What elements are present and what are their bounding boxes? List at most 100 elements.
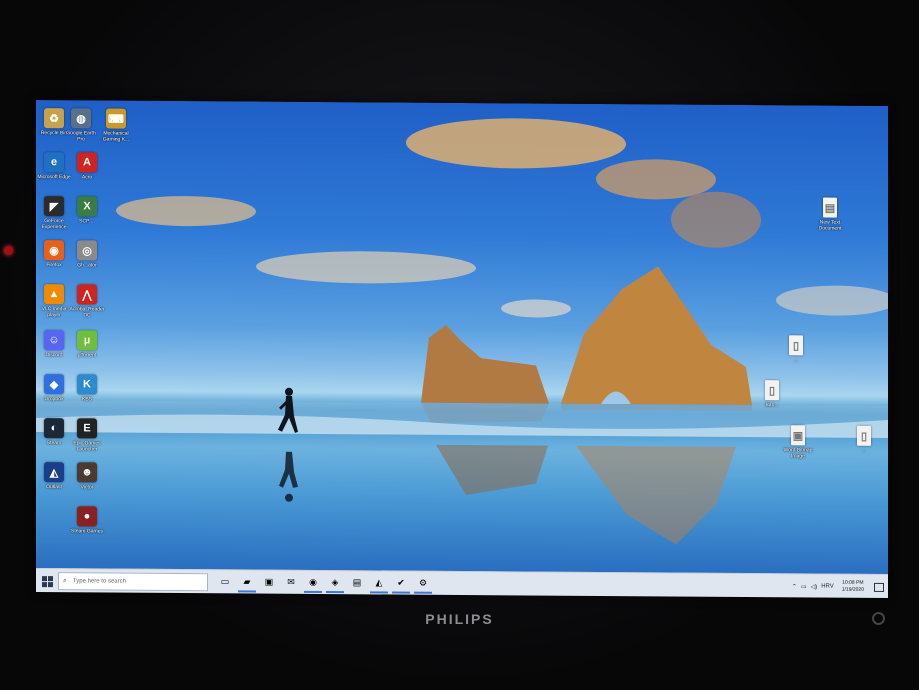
desktop-shortcut-label: GeForce Experience (41, 218, 67, 231)
file-icon-2: ▯ (765, 380, 779, 401)
desktop-shortcut[interactable]: A Acro (69, 152, 105, 180)
desktop-shortcut-label: Acrobat Reader DC (69, 306, 105, 319)
desktop-shortcut-label: Epic Games Launcher (73, 440, 101, 453)
desktop-shortcut[interactable]: X SCP ... (69, 196, 105, 224)
desktop-shortcut-label: KBS (81, 396, 92, 403)
store-icon[interactable]: ▣ (260, 573, 278, 593)
desktop-shortcut[interactable]: ⌨ Mechanical Gaming K... (98, 108, 134, 143)
settings-icon[interactable]: ⚙ (414, 573, 432, 594)
desktop-shortcut-label: Steam (46, 440, 62, 447)
desktop-shortcut-label: Dropbox (44, 396, 64, 403)
firefox-icon: ◉ (44, 240, 64, 261)
wallpaper-art (36, 118, 888, 545)
desktop-shortcut[interactable]: ☻ Victor (69, 462, 105, 490)
power-led (4, 246, 13, 255)
notification-center-icon[interactable] (874, 582, 884, 592)
file-explorer-icon[interactable]: ▰ (238, 572, 256, 593)
desktop-shortcut[interactable]: ▯ Ban... (754, 380, 790, 408)
person-photo-icon: ☻ (77, 462, 97, 483)
search-icon: ⌕ (63, 577, 67, 585)
geforce-icon: ◤ (44, 196, 64, 217)
taskbar-search-box[interactable]: ⌕ (58, 572, 208, 592)
ps-icon: ◭ (44, 462, 64, 483)
desktop-shortcut-label: Outlast (46, 484, 62, 491)
desktop-shortcut-label: Microsoft Edge (37, 174, 71, 181)
desktop-shortcut[interactable]: ● Steam Games (69, 506, 105, 534)
desktop-wallpaper[interactable]: ♻ Recycle Bin ◍ Google Earth Pro ⌨ Mechanical… (36, 100, 888, 574)
photos-icon[interactable]: ◭ (370, 573, 388, 594)
desktop-shortcut[interactable]: ☺ Discord (36, 330, 72, 358)
acrobat-icon: A (77, 152, 97, 173)
epic-games-icon: E (77, 418, 97, 439)
desktop-shortcut[interactable]: ◆ Dropbox (36, 374, 72, 402)
mechanical-gaming-icon: ⌨ (106, 108, 126, 129)
firefox-taskbar-icon[interactable]: ◉ (304, 572, 322, 594)
messenger-icon[interactable]: ◈ (326, 573, 344, 594)
desktop-shortcut-label: µTorrent (77, 352, 97, 359)
steam-taskbar-icon[interactable]: ✔ (392, 573, 410, 594)
network-icon[interactable]: ▭ (801, 583, 807, 590)
search-input[interactable] (70, 577, 195, 587)
desktop-shortcut-label: VLC media player (41, 306, 67, 319)
task-view-icon[interactable]: ▭ (216, 572, 234, 592)
windows-icon (41, 575, 53, 587)
desktop-shortcut[interactable]: ◭ Outlast (36, 462, 72, 490)
desktop-shortcut-label: Victor (80, 484, 94, 491)
desktop-shortcut[interactable]: ⋀ Acrobat Reader DC (69, 284, 105, 318)
chrome-icon: ◎ (77, 240, 97, 261)
text-document-icon: ▤ (823, 197, 837, 218)
ball-icon: ● (77, 506, 97, 527)
desktop-shortcut[interactable]: ▲ VLC media player (36, 284, 72, 318)
desktop-shortcut[interactable]: e Microsoft Edge (36, 152, 72, 180)
chevron-up-icon[interactable]: ⌃ (792, 583, 797, 590)
desktop-shortcut-label: Ban... (765, 402, 779, 409)
desktop-shortcut[interactable]: ▯... (846, 425, 882, 454)
desktop-shortcut[interactable]: ▤ New Text Document (812, 197, 848, 232)
taskbar-clock[interactable]: 10:08 PM 1/19/2020 (842, 580, 864, 594)
desktop-shortcut-label: Steam Games (71, 528, 103, 535)
system-tray: ⌃ ▭ ◁) HRV 10:08 PM 1/19/2020 (790, 574, 888, 598)
vlc-icon: ▲ (44, 284, 64, 305)
desktop-shortcut[interactable]: ▯... (778, 335, 814, 363)
desktop-shortcut-label: Firefox (46, 262, 62, 269)
desktop-shortcut[interactable]: ◐ Steam (36, 418, 72, 446)
start-button[interactable] (36, 569, 58, 593)
desktop-shortcut-label: Mechanical Gaming K... (102, 130, 130, 143)
language-indicator[interactable]: HRV (821, 584, 834, 590)
desktop-shortcut-label: Word Bitmap Image (783, 447, 813, 460)
desktop-shortcut[interactable]: K KBS (69, 374, 105, 402)
desktop-shortcut[interactable]: ◉ Firefox (36, 240, 72, 268)
file-icon: ▯ (789, 335, 803, 356)
mail-icon[interactable]: ✉ (282, 573, 300, 593)
utorrent-icon: µ (77, 330, 97, 351)
recycle-bin-icon: ♻ (44, 108, 64, 129)
image-file-icon: ▣ (791, 425, 805, 446)
desktop-shortcut-label: Gh...ator (77, 262, 97, 269)
desktop-shortcut-label: Google Earth Pro (66, 130, 96, 143)
kbs-icon: K (77, 374, 97, 395)
pdf-reader-icon: ⋀ (77, 284, 97, 305)
desktop-shortcut[interactable]: ◍ Google Earth Pro (63, 108, 99, 142)
power-button[interactable] (872, 612, 885, 625)
xbox-icon: X (77, 196, 97, 217)
google-earth-icon: ◍ (71, 108, 91, 129)
clock-date: 1/19/2020 (841, 586, 864, 593)
desktop-shortcut[interactable]: E Epic Games Launcher (69, 418, 105, 452)
desktop-shortcut-label: ... (861, 447, 867, 454)
monitor-brand-logo: PHILIPS (425, 611, 494, 627)
screen: ♻ Recycle Bin ◍ Google Earth Pro ⌨ Mechanical… (36, 100, 888, 598)
blank-file-icon: ▯ (857, 425, 871, 446)
edge-icon: e (44, 152, 64, 173)
desktop-shortcut[interactable]: ◤ GeForce Experience (36, 196, 72, 230)
volume-icon[interactable]: ◁) (811, 583, 818, 590)
desktop-shortcut-label: Acro (81, 174, 93, 181)
desktop-shortcut[interactable]: ◎ Gh...ator (69, 240, 105, 268)
steam-icon: ◐ (44, 418, 64, 439)
desktop-shortcut[interactable]: µ µTorrent (69, 330, 105, 358)
desktop-shortcut[interactable]: ▣ Word Bitmap Image (780, 425, 816, 459)
terminal-icon[interactable]: ▤ (348, 573, 366, 593)
desktop-shortcut-label: Discord (45, 352, 63, 359)
discord-icon: ☺ (44, 330, 64, 351)
desktop-shortcut-label: SCP ... (79, 218, 95, 225)
desktop-shortcut-label: ... (793, 357, 799, 364)
